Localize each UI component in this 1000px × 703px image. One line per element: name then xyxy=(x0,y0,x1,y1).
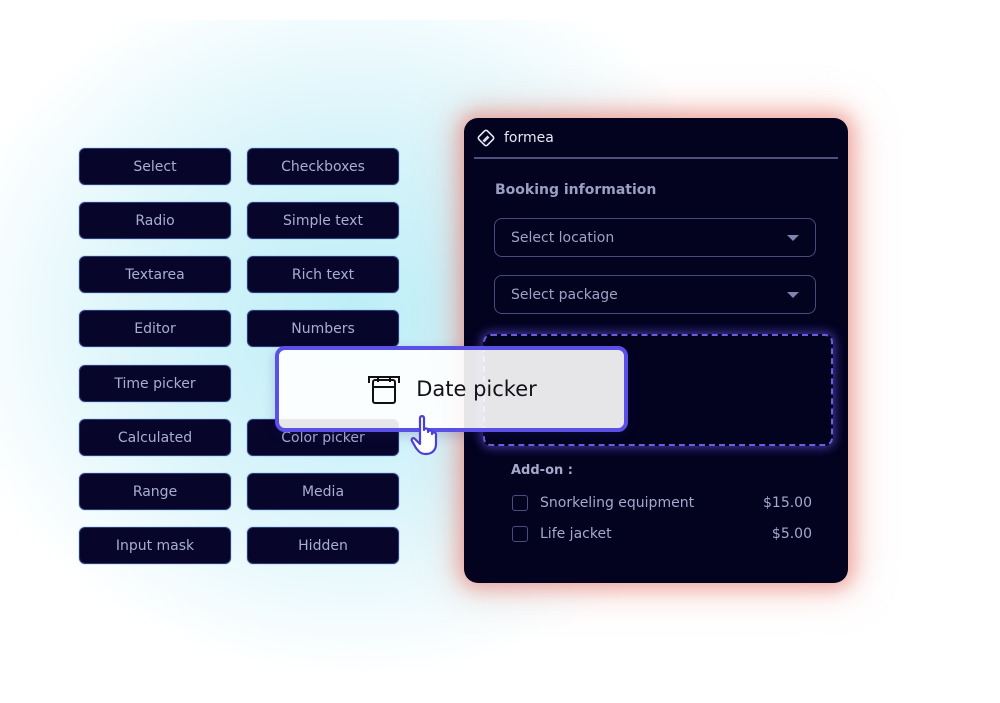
palette-item-hidden[interactable]: Hidden xyxy=(247,527,399,564)
section-title: Booking information xyxy=(495,182,657,198)
caret-down-icon xyxy=(787,292,799,298)
header-divider xyxy=(474,157,838,159)
addon-checkbox[interactable] xyxy=(512,495,528,511)
select-location-placeholder: Select location xyxy=(511,229,615,246)
palette-item-radio[interactable]: Radio xyxy=(79,202,231,239)
calendar-icon xyxy=(368,376,401,404)
palette-item-time-picker[interactable]: Time picker xyxy=(79,365,231,402)
palette-item-checkboxes[interactable]: Checkboxes xyxy=(247,148,399,185)
palette-item-select[interactable]: Select xyxy=(79,148,231,185)
addon-price: $5.00 xyxy=(771,526,812,542)
palette-item-numbers[interactable]: Numbers xyxy=(247,310,399,347)
palette-item-range[interactable]: Range xyxy=(79,473,231,510)
palette-item-rich-text[interactable]: Rich text xyxy=(247,256,399,293)
palette-item-media[interactable]: Media xyxy=(247,473,399,510)
brand-name: formea xyxy=(504,130,554,146)
addon-price: $15.00 xyxy=(763,495,812,511)
palette-item-simple-text[interactable]: Simple text xyxy=(247,202,399,239)
dragged-item-label: Date picker xyxy=(416,377,537,401)
palette-item-textarea[interactable]: Textarea xyxy=(79,256,231,293)
select-package-placeholder: Select package xyxy=(511,286,618,303)
hand-pointer-icon xyxy=(410,415,438,456)
addon-item[interactable]: Life jacket $5.00 xyxy=(512,524,812,544)
caret-down-icon xyxy=(787,235,799,241)
palette-item-editor[interactable]: Editor xyxy=(79,310,231,347)
palette-item-input-mask[interactable]: Input mask xyxy=(79,527,231,564)
brand: formea xyxy=(476,128,554,148)
addon-item[interactable]: Snorkeling equipment $15.00 xyxy=(512,493,812,513)
addon-label: Life jacket xyxy=(540,526,612,542)
addon-title: Add-on : xyxy=(511,463,573,478)
addon-checkbox[interactable] xyxy=(512,526,528,542)
formea-logo-icon xyxy=(477,129,495,147)
palette-item-calculated[interactable]: Calculated xyxy=(79,419,231,456)
addon-label: Snorkeling equipment xyxy=(540,495,695,511)
select-location[interactable]: Select location xyxy=(494,218,816,257)
dragged-date-picker[interactable]: Date picker xyxy=(275,346,628,432)
select-package[interactable]: Select package xyxy=(494,275,816,314)
